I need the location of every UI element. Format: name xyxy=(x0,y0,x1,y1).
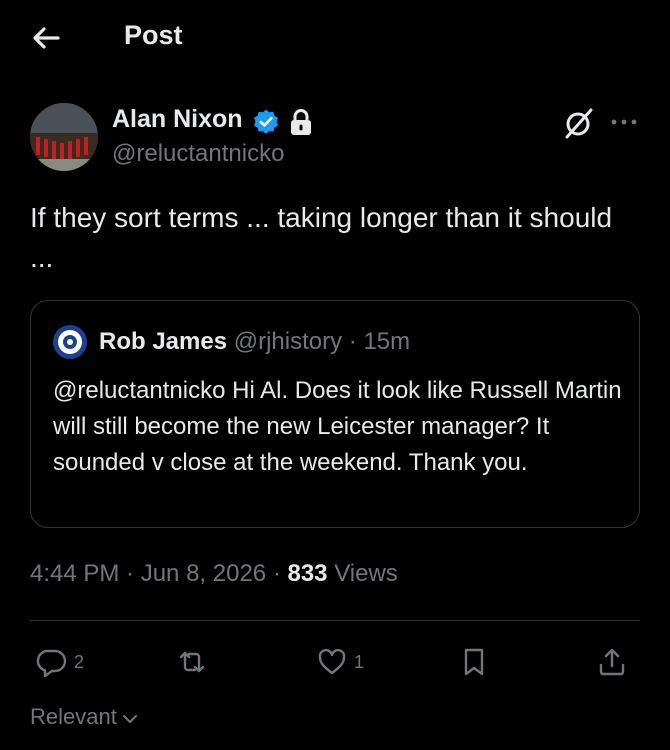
quote-meta: @rjhistory · 15m xyxy=(233,328,411,355)
grok-button[interactable] xyxy=(562,106,596,140)
quote-author-name: Rob James xyxy=(99,328,228,355)
post-timestamp[interactable]: 4:44 PM · Jun 8, 2026 · xyxy=(30,560,281,587)
reply-icon xyxy=(36,649,67,678)
reply-count: 2 xyxy=(74,651,85,672)
heart-icon xyxy=(318,648,346,675)
page-title: Post xyxy=(124,20,183,50)
quote-header: Rob James @rjhistory · 15m xyxy=(99,328,410,356)
divider xyxy=(30,620,640,621)
lock-icon xyxy=(291,109,311,135)
quote-author-avatar xyxy=(53,325,87,359)
author-name[interactable]: Alan Nixon xyxy=(112,105,243,134)
grok-icon xyxy=(565,108,593,139)
more-horizontal-icon xyxy=(611,119,637,125)
more-options-button[interactable] xyxy=(608,106,640,138)
top-bar: Post xyxy=(0,0,670,76)
views-label: Views xyxy=(334,560,398,587)
author-handle[interactable]: @reluctantnicko xyxy=(112,140,284,168)
chevron-down-icon xyxy=(122,715,137,723)
share-icon xyxy=(599,648,625,676)
repost-icon xyxy=(179,651,205,673)
post-page: Post Alan Nixon @reluctantnicko If they … xyxy=(0,0,670,750)
like-count: 1 xyxy=(354,651,365,672)
arrow-left-icon xyxy=(33,27,60,49)
bookmark-button[interactable] xyxy=(458,645,490,679)
bookmark-icon xyxy=(464,648,484,676)
post-meta-row: 4:44 PM · Jun 8, 2026 · 833 Views xyxy=(30,560,398,588)
back-button[interactable] xyxy=(26,18,66,58)
quoted-post-card[interactable]: Rob James @rjhistory · 15m @reluctantnic… xyxy=(30,300,640,528)
sort-label: Relevant xyxy=(30,704,117,729)
crest-icon xyxy=(53,325,87,359)
replies-sort-dropdown[interactable]: Relevant xyxy=(30,704,139,730)
views-count: 833 xyxy=(287,560,328,587)
like-button[interactable]: 1 xyxy=(316,645,364,679)
author-avatar[interactable] xyxy=(30,103,98,171)
repost-button[interactable] xyxy=(176,645,214,679)
reply-button[interactable]: 2 xyxy=(36,645,84,679)
share-button[interactable] xyxy=(596,645,628,679)
verified-badge-icon xyxy=(254,109,278,134)
avatar-image xyxy=(30,103,98,171)
quote-text: @reluctantnicko Hi Al. Does it look like… xyxy=(53,377,622,476)
post-text: If they sort terms ... taking longer tha… xyxy=(30,202,613,273)
